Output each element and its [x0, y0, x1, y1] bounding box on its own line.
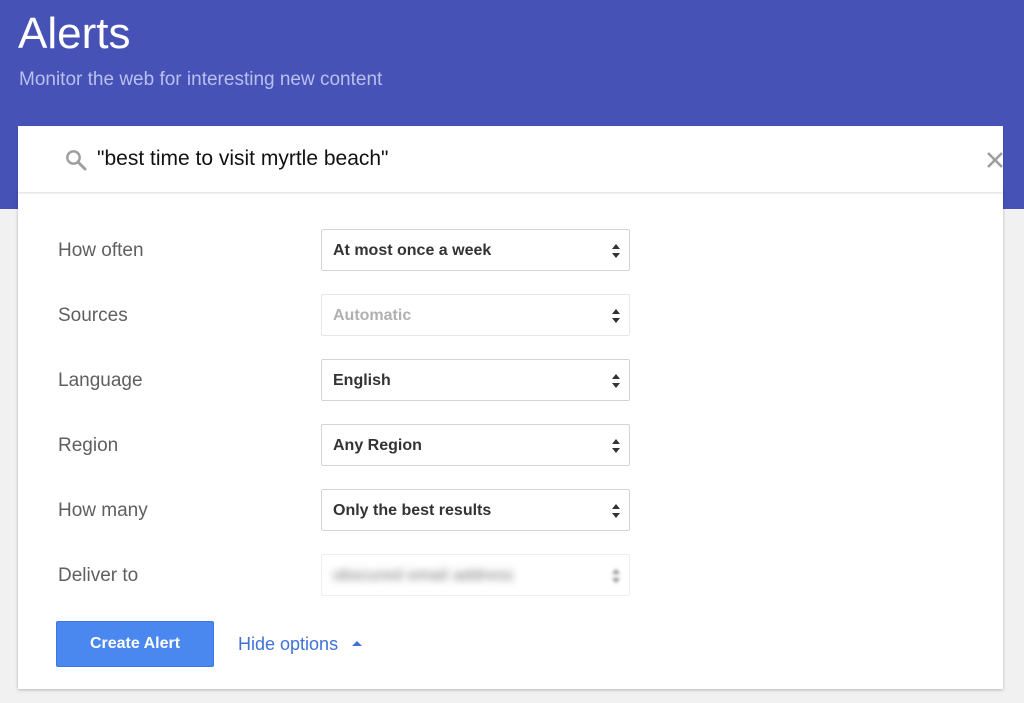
hide-options-link[interactable]: Hide options	[238, 632, 338, 656]
search-bar[interactable]: "best time to visit myrtle beach"	[18, 126, 1003, 192]
select-arrows-icon	[612, 439, 620, 453]
region-label: Region	[58, 435, 119, 456]
how-often-label: How often	[58, 240, 144, 261]
region-select[interactable]: Any Region	[321, 424, 630, 466]
create-alert-button[interactable]: Create Alert	[56, 621, 214, 667]
how-many-value: Only the best results	[333, 502, 492, 519]
deliver-to-value: obscured email address	[333, 567, 514, 584]
language-value: English	[333, 372, 391, 389]
how-often-select[interactable]: At most once a week	[321, 229, 630, 271]
sources-label: Sources	[58, 305, 128, 326]
deliver-to-select[interactable]: obscured email address	[321, 554, 630, 596]
caret-up-icon[interactable]	[351, 639, 363, 647]
search-icon	[66, 150, 87, 171]
select-arrows-icon	[612, 244, 620, 258]
how-often-value: At most once a week	[333, 242, 492, 259]
sources-select[interactable]: Automatic	[321, 294, 630, 336]
region-value: Any Region	[333, 437, 422, 454]
select-arrows-icon	[612, 504, 620, 518]
select-arrows-icon	[612, 309, 620, 323]
language-select[interactable]: English	[321, 359, 630, 401]
how-many-select[interactable]: Only the best results	[321, 489, 630, 531]
select-arrows-icon	[612, 569, 620, 583]
how-many-label: How many	[58, 500, 148, 521]
search-input[interactable]: "best time to visit myrtle beach"	[97, 145, 389, 173]
close-icon[interactable]	[983, 148, 1007, 172]
language-label: Language	[58, 370, 143, 391]
page-subtitle: Monitor the web for interesting new cont…	[19, 69, 383, 90]
sources-value: Automatic	[333, 307, 412, 324]
deliver-to-label: Deliver to	[58, 565, 139, 586]
select-arrows-icon	[612, 374, 620, 388]
page-title: Alerts	[18, 9, 131, 58]
